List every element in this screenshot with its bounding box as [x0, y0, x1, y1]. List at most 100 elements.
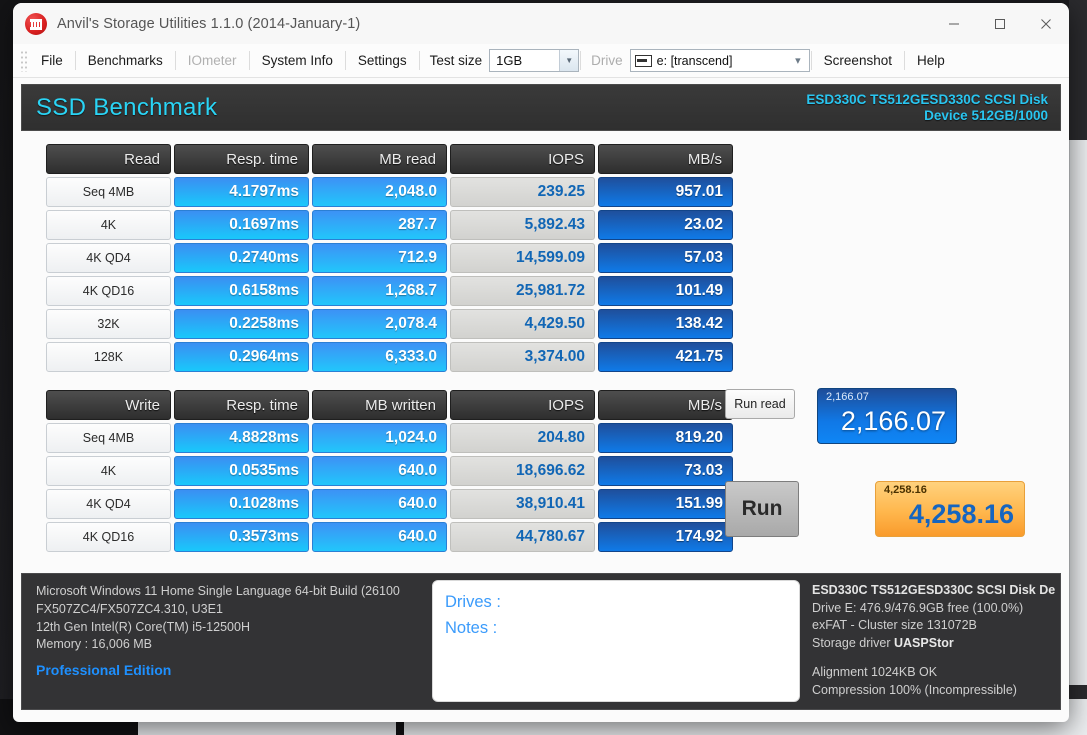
- read-row-label: 128K: [46, 342, 171, 372]
- menu-item-help[interactable]: Help: [906, 49, 956, 72]
- write-header-label: Write: [46, 390, 171, 420]
- chevron-down-icon[interactable]: ▾: [795, 54, 805, 67]
- storage-driver-label: Storage driver: [812, 635, 891, 650]
- read-row-iops: 4,429.50: [450, 309, 595, 339]
- read-row-resp: 0.2740ms: [174, 243, 309, 273]
- device-info: ESD330C TS512GESD330C SCSI Disk Device 5…: [806, 92, 1048, 122]
- read-row-mbs: 421.75: [598, 342, 733, 372]
- notes-panel[interactable]: Drives : Notes :: [432, 580, 800, 702]
- table-row: 4K QD16 0.3573ms 640.0 44,780.67 174.92: [46, 522, 733, 552]
- table-row: 128K 0.2964ms 6,333.0 3,374.00 421.75: [46, 342, 733, 372]
- test-size-value: 1GB: [496, 53, 523, 68]
- read-row-iops: 239.25: [450, 177, 595, 207]
- window-title: Anvil's Storage Utilities 1.1.0 (2014-Ja…: [57, 15, 361, 32]
- read-score-value: 2,166.07: [840, 406, 946, 436]
- storage-driver-value: UASPStor: [894, 635, 954, 650]
- table-row: 4K QD16 0.6158ms 1,268.7 25,981.72 101.49: [46, 276, 733, 306]
- read-run-row: Run read 2,166.07 2,166.07: [725, 388, 957, 444]
- read-row-mbs: 57.03: [598, 243, 733, 273]
- drive-info-panel: ESD330C TS512GESD330C SCSI Disk De Drive…: [812, 582, 1069, 699]
- total-score-wrapper: 4,258.16 4,258.16: [875, 481, 1025, 537]
- menu-divider: [903, 51, 905, 70]
- read-row-resp: 4.1797ms: [174, 177, 309, 207]
- read-row-mb: 287.7: [312, 210, 447, 240]
- write-row-iops: 204.80: [450, 423, 595, 453]
- drive-select[interactable]: e: [transcend] ▾: [629, 49, 810, 72]
- read-row-mbs: 23.02: [598, 210, 733, 240]
- menu-item-benchmarks[interactable]: Benchmarks: [77, 49, 174, 72]
- drive-icon: [634, 54, 652, 67]
- close-icon[interactable]: [1023, 3, 1069, 44]
- window-controls: [931, 3, 1069, 44]
- test-size-label: Test size: [429, 53, 483, 68]
- edition-label: Professional Edition: [36, 662, 172, 678]
- read-row-label: 32K: [46, 309, 171, 339]
- read-row-mb: 2,048.0: [312, 177, 447, 207]
- menu-divider: [174, 51, 176, 70]
- drive-capacity: Drive E: 476.9/476.9GB free (100.0%): [812, 600, 1024, 615]
- write-row-mbs: 73.03: [598, 456, 733, 486]
- menu-grip-icon[interactable]: [20, 49, 28, 72]
- app-window: Anvil's Storage Utilities 1.1.0 (2014-Ja…: [13, 3, 1069, 722]
- run-button[interactable]: Run: [725, 481, 799, 537]
- bottom-info-strip: Microsoft Windows 11 Home Single Languag…: [21, 573, 1061, 710]
- menu-divider: [810, 51, 812, 70]
- menu-item-iometer: IOmeter: [187, 53, 237, 68]
- read-row-resp: 0.6158ms: [174, 276, 309, 306]
- read-header-iops: IOPS: [450, 144, 595, 174]
- table-header-row: Write Resp. time MB written IOPS MB/s: [46, 390, 733, 420]
- write-row-resp: 0.1028ms: [174, 489, 309, 519]
- read-header-mb: MB read: [312, 144, 447, 174]
- system-info-panel: Microsoft Windows 11 Home Single Languag…: [36, 583, 466, 681]
- drives-label: Drives :: [445, 593, 501, 611]
- menu-divider: [418, 51, 420, 70]
- table-row: 4K QD4 0.1028ms 640.0 38,910.41 151.99: [46, 489, 733, 519]
- drive-storage-driver: Storage driver UASPStor: [812, 635, 1069, 653]
- menu-item-settings[interactable]: Settings: [347, 49, 418, 72]
- table-row: 32K 0.2258ms 2,078.4 4,429.50 138.42: [46, 309, 733, 339]
- menu-item-system-info[interactable]: System Info: [251, 49, 344, 72]
- chevron-down-icon[interactable]: ▼: [559, 50, 579, 71]
- table-row: Seq 4MB 4.8828ms 1,024.0 204.80 819.20: [46, 423, 733, 453]
- menu-divider: [580, 51, 582, 70]
- read-row-mbs: 101.49: [598, 276, 733, 306]
- run-read-button[interactable]: Run read: [725, 389, 795, 419]
- write-row-label: 4K QD4: [46, 489, 171, 519]
- write-row-resp: 4.8828ms: [174, 423, 309, 453]
- read-row-mbs: 138.42: [598, 309, 733, 339]
- menu-divider: [344, 51, 346, 70]
- drive-alignment: Alignment 1024KB OK: [812, 665, 938, 679]
- system-board: FX507ZC4/FX507ZC4.310, U3E1: [36, 601, 223, 616]
- write-row-label: Seq 4MB: [46, 423, 171, 453]
- table-row: 4K QD4 0.2740ms 712.9 14,599.09 57.03: [46, 243, 733, 273]
- menu-item-screenshot[interactable]: Screenshot: [813, 49, 903, 72]
- read-row-label: Seq 4MB: [46, 177, 171, 207]
- read-score-box: 2,166.07 2,166.07: [817, 388, 957, 444]
- test-size-select[interactable]: 1GB ▼: [489, 49, 580, 72]
- write-row-mb: 640.0: [312, 489, 447, 519]
- benchmark-banner: SSD Benchmark ESD330C TS512GESD330C SCSI…: [21, 84, 1061, 131]
- read-row-iops: 3,374.00: [450, 342, 595, 372]
- menu-item-file[interactable]: File: [30, 49, 74, 72]
- device-name: ESD330C TS512GESD330C SCSI Disk: [806, 92, 1048, 108]
- device-capacity: Device 512GB/1000: [924, 107, 1048, 123]
- write-row-iops: 38,910.41: [450, 489, 595, 519]
- maximize-icon[interactable]: [977, 3, 1023, 44]
- system-os: Microsoft Windows 11 Home Single Languag…: [36, 584, 400, 598]
- read-row-label: 4K QD16: [46, 276, 171, 306]
- write-header-mbs: MB/s: [598, 390, 733, 420]
- minimize-icon[interactable]: [931, 3, 977, 44]
- total-run-row: Run 4,258.16 4,258.16: [725, 481, 1025, 537]
- read-row-mb: 712.9: [312, 243, 447, 273]
- table-row: 4K 0.0535ms 640.0 18,696.62 73.03: [46, 456, 733, 486]
- total-score-value: 4,258.16: [908, 499, 1014, 529]
- read-row-label: 4K: [46, 210, 171, 240]
- write-row-mb: 640.0: [312, 522, 447, 552]
- read-header-label: Read: [46, 144, 171, 174]
- title-bar[interactable]: Anvil's Storage Utilities 1.1.0 (2014-Ja…: [13, 3, 1069, 44]
- system-memory: Memory : 16,006 MB: [36, 637, 153, 652]
- write-row-resp: 0.0535ms: [174, 456, 309, 486]
- page-title: SSD Benchmark: [36, 93, 218, 121]
- table-header-row: Read Resp. time MB read IOPS MB/s: [46, 144, 733, 174]
- system-cpu: 12th Gen Intel(R) Core(TM) i5-12500H: [36, 619, 250, 634]
